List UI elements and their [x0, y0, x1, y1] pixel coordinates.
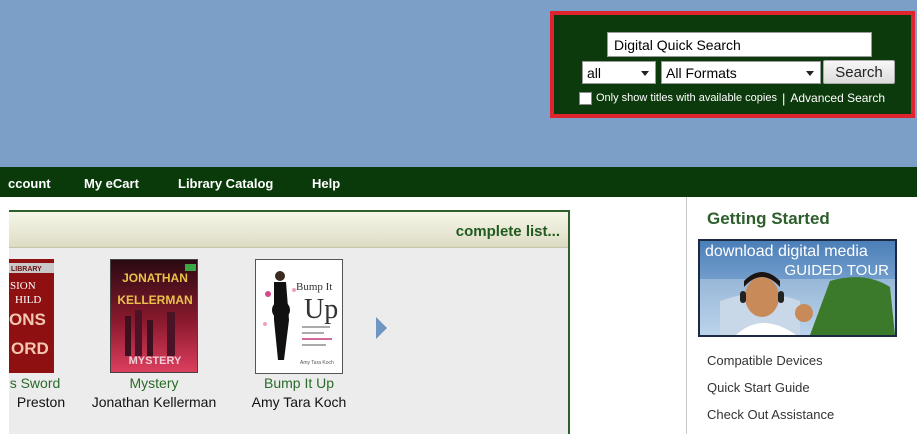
cover-text: LIBRARY	[11, 266, 42, 273]
cover-text: Amy Tara Koch	[300, 360, 334, 366]
guided-tour-banner[interactable]: download digital media GUIDED TOUR	[698, 239, 897, 337]
format-select[interactable]: All Formats	[661, 61, 821, 84]
book-author: Preston	[16, 394, 66, 410]
availability-row: Only show titles with available copies |…	[579, 90, 885, 106]
cover-text: ONS	[9, 310, 46, 329]
link-check-out-assistance[interactable]: Check Out Assistance	[707, 407, 834, 422]
book-author: Amy Tara Koch	[251, 394, 347, 410]
main-nav: ccount My eCart Library Catalog Help	[0, 167, 917, 197]
scope-select-value: all	[587, 65, 602, 81]
getting-started-heading: Getting Started	[707, 209, 830, 228]
nav-item-ecart[interactable]: My eCart	[84, 176, 139, 191]
link-compatible-devices[interactable]: Compatible Devices	[707, 353, 823, 368]
cover-text: JONATHAN	[122, 271, 188, 285]
book-title[interactable]: Bump It Up	[255, 375, 343, 391]
book-title[interactable]: Mystery	[110, 375, 198, 391]
featured-titles-panel: complete list... LIBRARY SION HILD ONS O…	[9, 210, 570, 434]
cover-text: ORD	[11, 339, 49, 358]
available-copies-checkbox[interactable]	[579, 91, 592, 105]
book-cover[interactable]: JONATHAN KELLERMAN MYSTERY	[110, 259, 198, 373]
nav-item-library-catalog[interactable]: Library Catalog	[178, 176, 273, 191]
banner-line-1: download digital media	[705, 243, 868, 260]
banner-line-2: GUIDED TOUR	[784, 262, 889, 279]
book-title[interactable]: s Sword	[9, 375, 61, 391]
advanced-search-link[interactable]: Advanced Search	[790, 91, 885, 105]
panel-header: complete list...	[9, 212, 568, 248]
link-separator: |	[781, 90, 786, 106]
sidebar-divider	[686, 197, 687, 434]
link-quick-start-guide[interactable]: Quick Start Guide	[707, 380, 810, 395]
book-cover[interactable]: LIBRARY SION HILD ONS ORD	[9, 259, 54, 373]
nav-item-account[interactable]: ccount	[8, 176, 51, 191]
chevron-down-icon	[806, 71, 814, 76]
cover-text: KELLERMAN	[117, 293, 192, 307]
cover-text: HILD	[15, 294, 41, 306]
format-select-value: All Formats	[666, 65, 737, 81]
chevron-down-icon	[641, 71, 649, 76]
cover-text: Up	[304, 294, 338, 325]
search-input[interactable]	[607, 32, 872, 57]
cover-text: Bump It	[296, 281, 332, 293]
quick-search-highlight: all All Formats Search Only show titles …	[550, 11, 915, 118]
available-copies-label: Only show titles with available copies	[596, 92, 777, 104]
book-cover[interactable]: Bump It Up Amy Tara Koch	[255, 259, 343, 374]
book-author: Jonathan Kellerman	[91, 394, 217, 410]
cover-text: MYSTERY	[129, 355, 182, 367]
search-button[interactable]: Search	[823, 60, 895, 84]
cover-text: SION	[10, 280, 36, 292]
nav-item-help[interactable]: Help	[312, 176, 340, 191]
scope-select[interactable]: all	[582, 61, 656, 84]
complete-list-link[interactable]: complete list...	[456, 223, 560, 240]
chevron-right-icon[interactable]	[376, 317, 387, 339]
quick-search-panel: all All Formats Search Only show titles …	[554, 15, 911, 114]
